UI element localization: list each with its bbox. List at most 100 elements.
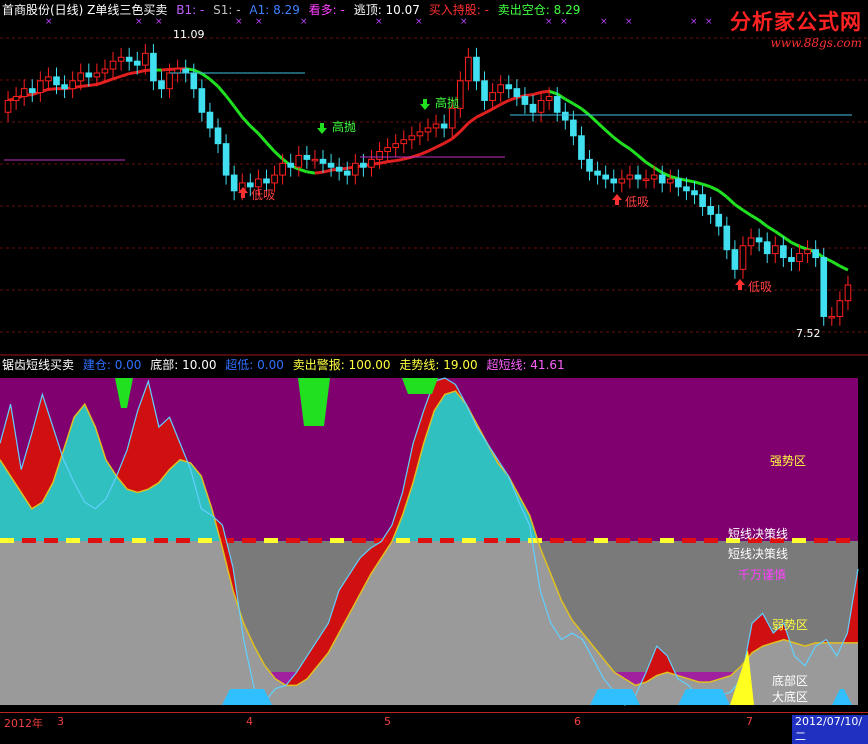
candle-body xyxy=(579,136,585,160)
top-a1: A1: 8.29 xyxy=(249,3,299,17)
moving-average-segment xyxy=(525,95,533,96)
candle-body xyxy=(530,104,536,112)
zone-strong-top: 强势区 xyxy=(770,452,806,469)
candle-body xyxy=(272,175,278,183)
decision-line-dash xyxy=(176,538,190,543)
bottom-chaoduan: 超短线: 41.61 xyxy=(486,358,564,372)
low-price-label: 7.52 xyxy=(796,327,821,340)
moving-average-segment xyxy=(654,168,662,173)
candle-body xyxy=(385,148,391,152)
top-kanduo: 看多: - xyxy=(309,3,345,17)
candle-body xyxy=(611,179,617,183)
candle-body xyxy=(328,163,334,167)
candle-body xyxy=(684,187,690,191)
zone-decision-2: 短线决策线 xyxy=(728,545,788,562)
decision-line-dash xyxy=(0,538,14,543)
moving-average-segment xyxy=(581,109,589,116)
top-b1: B1: - xyxy=(176,3,204,17)
candle-body xyxy=(651,175,657,179)
top-mark-icon: × xyxy=(375,17,383,27)
decision-line-dash xyxy=(22,538,36,543)
decision-line-dash xyxy=(110,538,124,543)
candle-body xyxy=(659,175,665,183)
decision-line-dash xyxy=(44,538,58,543)
candle-body xyxy=(207,112,213,128)
candle-body xyxy=(409,136,415,140)
zone-bottom: 底部区 xyxy=(772,672,808,689)
decision-line-dash xyxy=(264,538,278,543)
axis-month-5: 5 xyxy=(384,715,391,728)
moving-average-segment xyxy=(121,74,129,77)
moving-average-segment xyxy=(420,151,428,154)
candle-body xyxy=(38,81,44,93)
candle-body xyxy=(538,100,544,112)
candle-body xyxy=(102,69,108,73)
candle-body xyxy=(498,85,504,93)
bottom-header: 锯齿短线买卖 建仓: 0.00 底部: 10.00 超低: 0.00 卖出警报:… xyxy=(2,357,570,373)
brand-name: 分析家公式网 xyxy=(730,6,862,36)
candle-body xyxy=(571,120,577,136)
decision-line-dash xyxy=(836,538,850,543)
sell-warning-block xyxy=(402,378,438,394)
zone-careful: 千万谨慎 xyxy=(738,566,786,583)
top-mark-icon: × xyxy=(690,17,698,27)
moving-average-segment xyxy=(565,99,573,104)
candle-body xyxy=(183,69,189,73)
decision-line-dash xyxy=(638,538,652,543)
candle-body xyxy=(312,159,318,161)
candle-body xyxy=(708,206,714,214)
candle-body xyxy=(514,89,520,97)
candle-body xyxy=(94,73,100,77)
moving-average-segment xyxy=(743,210,751,215)
moving-average-segment xyxy=(695,182,703,184)
candle-body xyxy=(143,53,149,65)
decision-line-dash xyxy=(330,538,344,543)
candle-body xyxy=(546,97,552,101)
decision-line-dash xyxy=(660,538,674,543)
candle-body xyxy=(490,93,496,101)
candle-body xyxy=(167,73,173,89)
moving-average-segment xyxy=(89,84,97,85)
top-mark-icon: × xyxy=(300,17,308,27)
moving-average-segment xyxy=(48,89,56,90)
moving-average-segment xyxy=(501,100,509,104)
decision-line-dash xyxy=(528,538,542,543)
decision-line-dash xyxy=(132,538,146,543)
candle-body xyxy=(304,155,310,159)
candle-body xyxy=(740,246,746,270)
candle-body xyxy=(449,108,455,128)
candle-body xyxy=(627,175,633,179)
moving-average-segment xyxy=(218,86,226,95)
top-mark-icon: × xyxy=(155,17,163,27)
moving-average-segment xyxy=(460,123,468,132)
moving-average-segment xyxy=(97,82,105,85)
top-taoding: 逃顶: 10.07 xyxy=(354,3,420,17)
candle-body xyxy=(506,85,512,89)
decision-line-dash xyxy=(792,538,806,543)
moving-average-segment xyxy=(840,266,848,270)
bottom-jiancang: 建仓: 0.00 xyxy=(83,358,142,372)
decision-line-dash xyxy=(242,538,256,543)
candle-body xyxy=(352,163,358,175)
moving-average-segment xyxy=(630,149,638,156)
top-s1: S1: - xyxy=(213,3,240,17)
decision-line-dash xyxy=(440,538,454,543)
sell-signal-label: 高抛 xyxy=(332,119,356,134)
decision-line-dash xyxy=(506,538,520,543)
moving-average-segment xyxy=(444,139,452,144)
moving-average-segment xyxy=(436,143,444,147)
decision-line-dash xyxy=(572,538,586,543)
candle-body xyxy=(288,163,294,167)
brand-url: www.88gs.com xyxy=(730,36,862,50)
candle-body xyxy=(676,179,682,187)
top-header: 首商股份(日线) Z单线三色买卖 B1: - S1: - A1: 8.29 看多… xyxy=(2,2,585,18)
buy-signal-label: 低吸 xyxy=(251,188,275,202)
moving-average-segment xyxy=(606,130,614,137)
sell-signal-label: 高抛 xyxy=(435,95,459,110)
moving-average-segment xyxy=(258,134,266,143)
moving-average-segment xyxy=(315,172,323,173)
candle-body xyxy=(29,89,35,93)
axis-year: 2012年 xyxy=(4,715,43,731)
moving-average-segment xyxy=(727,197,735,205)
candle-body xyxy=(482,81,488,101)
